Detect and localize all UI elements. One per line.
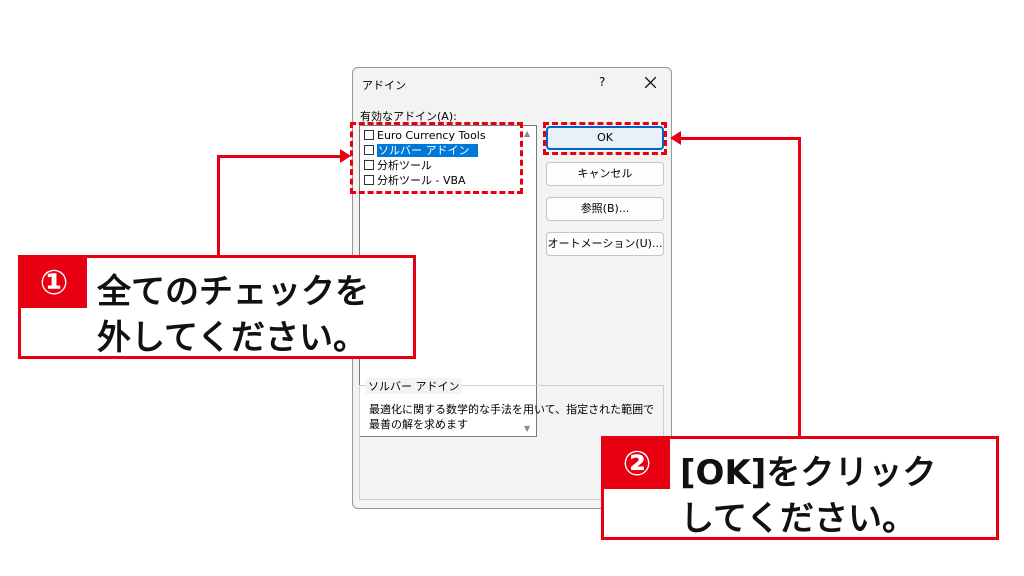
scroll-up-arrow-icon[interactable]: ▲ xyxy=(524,129,530,138)
automation-button[interactable]: オートメーション(U)... xyxy=(546,232,664,256)
close-icon xyxy=(645,77,656,88)
browse-button[interactable]: 参照(B)... xyxy=(546,197,664,221)
step-number-2: ② xyxy=(604,439,670,489)
callout-1-line-2: 外してください。 xyxy=(97,318,367,358)
step-number-1: ① xyxy=(21,258,87,308)
description-line-1: 最適化に関する数学的な手法を用いて、指定された範囲で xyxy=(369,403,655,416)
callout-2-line-1: [OK]をクリック xyxy=(680,453,937,493)
cancel-button[interactable]: キャンセル xyxy=(546,162,664,186)
help-button[interactable]: ? xyxy=(599,75,605,89)
dialog-title: アドイン xyxy=(362,79,406,92)
description-text: 最適化に関する数学的な手法を用いて、指定された範囲で 最善の解を求めます xyxy=(369,402,659,432)
connector-line-1 xyxy=(217,155,220,258)
arrow-head-icon xyxy=(340,149,351,163)
close-button[interactable] xyxy=(637,70,665,94)
addins-highlight-box xyxy=(350,122,523,194)
description-line-2: 最善の解を求めます xyxy=(369,418,468,431)
callout-1-line-1: 全てのチェックを xyxy=(97,272,369,312)
ok-highlight-box xyxy=(543,122,667,155)
callout-2-line-2: してください。 xyxy=(680,499,916,539)
connector-line-1 xyxy=(217,155,342,158)
callout-step-1: ① 全てのチェックを 外してください。 xyxy=(18,255,416,359)
arrow-head-icon xyxy=(670,131,681,145)
callout-step-2: ② [OK]をクリック してください。 xyxy=(601,436,999,540)
description-legend: ソルバー アドイン xyxy=(366,378,462,394)
connector-line-2 xyxy=(681,137,801,140)
connector-line-2 xyxy=(798,137,801,439)
